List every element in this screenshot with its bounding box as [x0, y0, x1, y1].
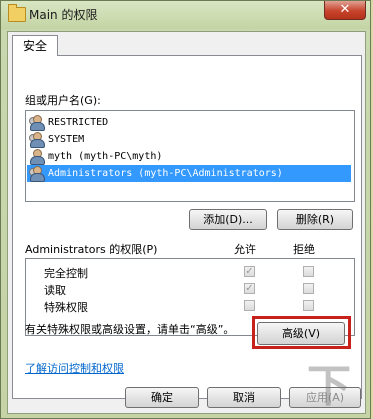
- deny-checkbox[interactable]: [303, 300, 314, 311]
- deny-header: 拒绝: [293, 243, 315, 256]
- watermark-logo: 下: [307, 361, 351, 412]
- permission-name: 完全控制: [44, 267, 88, 280]
- remove-button[interactable]: 删除(R): [277, 209, 353, 230]
- group-user-icon: [29, 132, 45, 148]
- list-item-user-selected[interactable]: Administrators (myth-PC\Administrators): [27, 165, 351, 182]
- advanced-hint-text: 有关特殊权限或高级设置，请单击“高级”。: [25, 323, 235, 336]
- permission-name: 特殊权限: [44, 301, 88, 314]
- access-control-help-link[interactable]: 了解访问控制和权限: [25, 360, 124, 376]
- allow-header: 允许: [234, 243, 256, 256]
- user-name: Administrators (myth-PC\Administrators): [48, 168, 283, 179]
- permissions-window: Main 的权限 ✕ 安全 组或用户名(G): RESTRICTED SYSTE…: [0, 0, 371, 419]
- list-item-user[interactable]: myth (myth-PC\myth): [27, 148, 351, 165]
- list-item-user[interactable]: SYSTEM: [27, 131, 351, 148]
- allow-checkbox[interactable]: ✓: [244, 283, 255, 294]
- close-button[interactable]: ✕: [324, 1, 366, 20]
- groups-users-label: 组或用户名(G):: [25, 94, 101, 107]
- group-user-icon: [29, 166, 45, 182]
- table-row: 完全控制 ✓: [26, 263, 354, 281]
- allow-checkbox[interactable]: [244, 300, 255, 311]
- user-name: SYSTEM: [48, 134, 85, 145]
- group-user-icon: [29, 115, 45, 131]
- permission-name: 读取: [44, 284, 66, 297]
- title-bar[interactable]: Main 的权限 ✕: [1, 1, 370, 29]
- advanced-highlight-box: [252, 316, 351, 349]
- tab-security[interactable]: 安全: [12, 35, 58, 56]
- deny-checkbox[interactable]: [303, 266, 314, 277]
- user-name: myth (myth-PC\myth): [48, 151, 163, 162]
- table-row: 读取 ✓: [26, 280, 354, 298]
- deny-checkbox[interactable]: [303, 283, 314, 294]
- user-name: RESTRICTED: [48, 117, 109, 128]
- list-item-user[interactable]: RESTRICTED: [27, 114, 351, 131]
- allow-checkbox[interactable]: ✓: [244, 266, 255, 277]
- user-icon: [29, 149, 45, 165]
- users-listbox[interactable]: RESTRICTED SYSTEM myth (myth-PC\myth) Ad…: [25, 110, 355, 202]
- permissions-title: Administrators 的权限(P): [25, 243, 158, 256]
- folder-icon: [8, 4, 26, 22]
- add-button[interactable]: 添加(D)...: [189, 209, 267, 230]
- ok-button[interactable]: 确定: [125, 387, 199, 408]
- cancel-button[interactable]: 取消: [207, 387, 281, 408]
- table-row: 特殊权限: [26, 297, 354, 315]
- window-title: Main 的权限: [29, 8, 98, 22]
